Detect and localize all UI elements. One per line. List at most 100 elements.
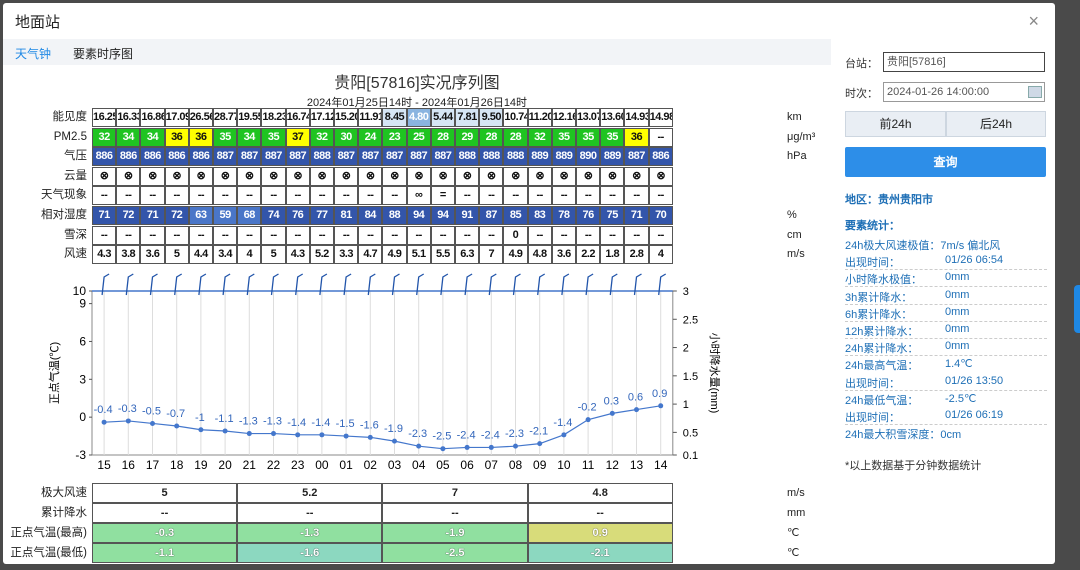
row-label: 气压 (64, 150, 87, 163)
x-tick-label: 22 (267, 458, 281, 472)
next-24h-button[interactable]: 后24h (946, 111, 1046, 137)
table-cell: 88 (382, 206, 407, 225)
table-cell: 887 (430, 147, 455, 167)
stat-divider (845, 424, 1047, 425)
temperature-label: -1.3 (239, 416, 258, 428)
table-cell: 34 (116, 127, 141, 147)
table-cell: -- (140, 186, 165, 206)
table-cell: 17.09 (164, 108, 189, 127)
temperature-label: -0.4 (94, 404, 113, 416)
bottom-cell: -- (527, 503, 673, 523)
stat-divider (845, 286, 1047, 288)
temperature-point (343, 433, 349, 439)
table-cell: 84 (358, 206, 383, 225)
table-cell: 35 (551, 127, 576, 147)
y-tick-label: -3 (75, 448, 86, 462)
temperature-point (464, 444, 470, 450)
y-tick-label: 9 (79, 297, 86, 311)
row-label: 相对湿度 (41, 209, 87, 221)
table-cell: -- (455, 186, 480, 206)
row-unit: % (787, 209, 797, 221)
x-tick-label: 08 (509, 458, 523, 472)
table-cell: 5.44 (430, 108, 455, 127)
table-cell: 886 (164, 147, 189, 167)
table-cell: 2.8 (624, 245, 649, 265)
table-cell: 11.91 (358, 108, 383, 127)
table-cell: ⊗ (624, 166, 649, 186)
table-cell: 18.23 (261, 108, 286, 127)
prev-24h-button[interactable]: 前24h (845, 111, 946, 137)
table-cell: -- (527, 186, 552, 206)
x-tick-label: 17 (146, 458, 160, 472)
next-arrow-icon[interactable] (1074, 285, 1080, 333)
table-cell: ⊗ (600, 166, 625, 186)
stat-value: 0mm (945, 340, 970, 353)
table-cell: -- (479, 225, 504, 245)
stat-value: 0mm (945, 288, 970, 301)
table-cell: 887 (624, 147, 649, 167)
table-cell: 71 (624, 206, 649, 225)
temperature-point (392, 438, 397, 444)
station-input[interactable]: 贵阳[57816] (883, 52, 1045, 72)
stat-key: 12h累计降水： (845, 326, 919, 338)
tab-element-timeseries[interactable]: 要素时序图 (73, 45, 133, 62)
table-cell: 888 (479, 147, 504, 167)
table-cell: 94 (430, 206, 455, 225)
table-cell: 72 (116, 206, 141, 225)
stat-row: 24h最大积雪深度：0cm (845, 426, 961, 442)
stat-key: 24h最低气温： (845, 394, 919, 407)
table-cell: -- (382, 186, 407, 206)
table-cell: 94 (406, 206, 431, 225)
table-cell: 35 (261, 127, 286, 147)
bottom-cell: 0.9 (527, 523, 673, 543)
y2-tick-label: 2.5 (683, 314, 698, 326)
y2-tick-label: 3 (683, 286, 689, 298)
row-label: PM2.5 (53, 130, 87, 143)
stat-divider (845, 355, 1047, 357)
temperature-label: -2.3 (505, 428, 524, 440)
table-cell: ⊗ (92, 166, 117, 186)
bottom-cell: -- (92, 503, 238, 523)
table-cell: ⊗ (527, 166, 552, 186)
table-cell: -- (382, 225, 407, 245)
temperature-point (271, 431, 276, 437)
x-tick-label: 01 (339, 458, 353, 472)
temperature-label: 0.9 (652, 388, 667, 400)
table-cell: 28.77 (213, 108, 238, 127)
stat-key: 3h累计降水： (845, 291, 913, 304)
y2-tick-label: 0.1 (683, 450, 698, 462)
stat-row: 出现时间： 01/26 13:50 (845, 375, 1003, 391)
x-tick-label: 04 (412, 458, 426, 472)
temperature-point (440, 446, 446, 452)
table-cell: 13.07 (576, 108, 601, 127)
stat-row: 出现时间： 01/26 06:19 (845, 409, 1003, 425)
table-cell: -- (624, 225, 649, 245)
x-tick-label: 03 (388, 458, 402, 472)
table-cell: -- (285, 186, 310, 206)
table-cell: -- (140, 225, 165, 245)
tab-weather-clock[interactable]: 天气钟 (15, 45, 51, 62)
temperature-label: -0.3 (118, 403, 137, 415)
table-cell: 36 (624, 127, 649, 147)
table-cell: ⊗ (358, 166, 383, 186)
table-cell: 74 (261, 206, 286, 225)
time-input[interactable]: 2024-01-26 14:00:00 (883, 82, 1045, 102)
chart-panel: 贵阳[57816]实况序列图 2024年01月25日14时 - 2024年01月… (3, 65, 831, 564)
table-cell: 81 (334, 206, 359, 225)
y-tick-label: 3 (79, 372, 86, 386)
table-cell: ⊗ (503, 166, 528, 186)
calendar-icon[interactable] (1028, 86, 1042, 98)
dialog: 地面站 × 天气钟 要素时序图 贵阳[57816]实况序列图 2024年01月2… (3, 3, 1055, 564)
table-cell: 4.9 (503, 245, 528, 265)
y2-axis-label: 小时降水量(mm) (708, 333, 722, 414)
close-icon[interactable]: × (1028, 11, 1039, 32)
table-cell: -- (285, 225, 310, 245)
row-unit: cm (787, 228, 802, 241)
table-cell: 16.74 (285, 108, 310, 127)
row-label: 风速 (64, 248, 87, 261)
table-cell: 888 (455, 147, 480, 167)
query-button[interactable]: 查询 (845, 147, 1046, 177)
temperature-point (634, 407, 639, 413)
table-cell: 5.5 (430, 245, 455, 265)
stat-divider (845, 303, 1047, 305)
